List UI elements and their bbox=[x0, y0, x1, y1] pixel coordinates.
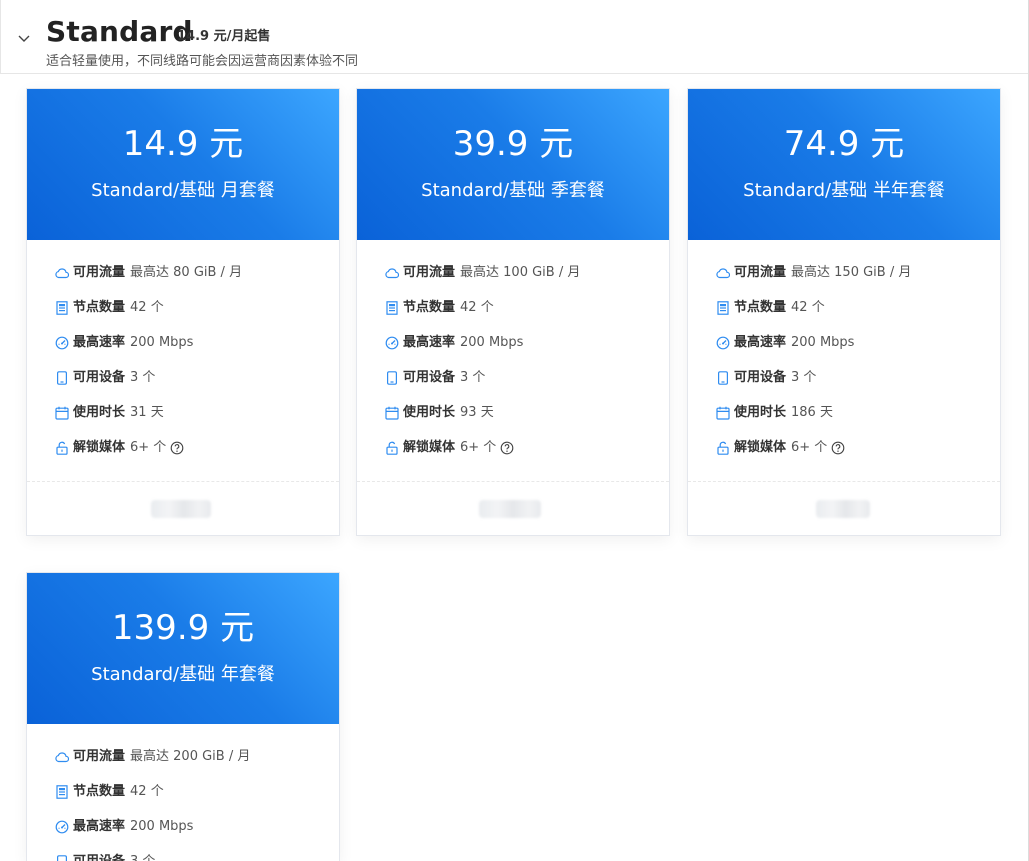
cloud-icon bbox=[55, 750, 69, 764]
plan-name: Standard/基础 年套餐 bbox=[91, 664, 275, 685]
feature-devices: 可用设备 3 个 bbox=[55, 368, 155, 388]
feature-devices: 可用设备 3 个 bbox=[55, 852, 155, 861]
feature-nodes-value: 42 个 bbox=[460, 300, 494, 315]
feature-traffic: 可用流量 最高达 100 GiB / 月 bbox=[385, 263, 580, 283]
feature-devices-value: 3 个 bbox=[791, 370, 817, 385]
server-icon bbox=[385, 301, 399, 315]
feature-speed: 最高速率 200 Mbps bbox=[385, 333, 523, 353]
card-divider bbox=[27, 481, 339, 482]
plan-card-half-year[interactable]: 74.9 元 Standard/基础 半年套餐 可用流量 最高达 150 GiB… bbox=[687, 88, 1001, 536]
plan-header: 39.9 元 Standard/基础 季套餐 bbox=[357, 89, 669, 240]
feature-traffic-value: 最高达 200 GiB / 月 bbox=[130, 749, 251, 764]
help-circle-icon[interactable] bbox=[170, 441, 184, 455]
plan-header: 74.9 元 Standard/基础 半年套餐 bbox=[688, 89, 1000, 240]
feature-speed: 最高速率 200 Mbps bbox=[55, 817, 193, 837]
feature-media: 解锁媒体 6+ 个 bbox=[385, 438, 514, 458]
section-description: 适合轻量使用，不同线路可能会因运营商因素体验不同 bbox=[46, 54, 359, 69]
phone-icon bbox=[55, 855, 69, 861]
plan-card-monthly[interactable]: 14.9 元 Standard/基础 月套餐 可用流量 最高达 80 GiB /… bbox=[26, 88, 340, 536]
feature-speed-value: 200 Mbps bbox=[460, 335, 524, 350]
feature-duration: 使用时长 186 天 bbox=[716, 403, 833, 423]
feature-duration-value: 186 天 bbox=[791, 405, 833, 420]
calendar-icon bbox=[716, 406, 730, 420]
feature-devices: 可用设备 3 个 bbox=[385, 368, 485, 388]
feature-traffic: 可用流量 最高达 80 GiB / 月 bbox=[55, 263, 242, 283]
section-title: Standard bbox=[46, 15, 193, 48]
feature-media: 解锁媒体 6+ 个 bbox=[55, 438, 184, 458]
card-divider bbox=[357, 481, 669, 482]
feature-traffic-value: 最高达 150 GiB / 月 bbox=[791, 265, 912, 280]
feature-duration-value: 93 天 bbox=[460, 405, 494, 420]
help-circle-icon[interactable] bbox=[831, 441, 845, 455]
feature-media-value: 6+ 个 bbox=[130, 440, 167, 455]
feature-media: 解锁媒体 6+ 个 bbox=[716, 438, 845, 458]
server-icon bbox=[55, 301, 69, 315]
speedometer-icon bbox=[716, 336, 730, 350]
speedometer-icon bbox=[385, 336, 399, 350]
feature-duration-value: 31 天 bbox=[130, 405, 164, 420]
unlock-icon bbox=[716, 441, 730, 455]
feature-media-value: 6+ 个 bbox=[791, 440, 828, 455]
server-icon bbox=[55, 785, 69, 799]
plan-price: 74.9 元 bbox=[783, 124, 905, 164]
calendar-icon bbox=[55, 406, 69, 420]
chevron-down-icon[interactable] bbox=[16, 30, 32, 46]
phone-icon bbox=[385, 371, 399, 385]
feature-speed-value: 200 Mbps bbox=[791, 335, 855, 350]
feature-traffic: 可用流量 最高达 150 GiB / 月 bbox=[716, 263, 911, 283]
feature-media-value: 6+ 个 bbox=[460, 440, 497, 455]
cloud-icon bbox=[385, 266, 399, 280]
plan-header: 139.9 元 Standard/基础 年套餐 bbox=[27, 573, 339, 724]
plan-name: Standard/基础 月套餐 bbox=[91, 180, 275, 201]
plan-card-quarterly[interactable]: 39.9 元 Standard/基础 季套餐 可用流量 最高达 100 GiB … bbox=[356, 88, 670, 536]
feature-traffic-value: 最高达 100 GiB / 月 bbox=[460, 265, 581, 280]
plan-price: 14.9 元 bbox=[122, 124, 244, 164]
plan-name: Standard/基础 季套餐 bbox=[421, 180, 605, 201]
unlock-icon bbox=[55, 441, 69, 455]
speedometer-icon bbox=[55, 820, 69, 834]
unlock-icon bbox=[385, 441, 399, 455]
feature-nodes: 节点数量 42 个 bbox=[55, 298, 164, 318]
speedometer-icon bbox=[55, 336, 69, 350]
cloud-icon bbox=[55, 266, 69, 280]
feature-duration: 使用时长 31 天 bbox=[55, 403, 164, 423]
plan-card-yearly[interactable]: 139.9 元 Standard/基础 年套餐 可用流量 最高达 200 GiB… bbox=[26, 572, 340, 861]
purchase-button[interactable] bbox=[479, 500, 541, 518]
plan-price: 139.9 元 bbox=[111, 608, 255, 648]
feature-traffic-value: 最高达 80 GiB / 月 bbox=[130, 265, 243, 280]
phone-icon bbox=[716, 371, 730, 385]
plan-header: 14.9 元 Standard/基础 月套餐 bbox=[27, 89, 339, 240]
feature-nodes-value: 42 个 bbox=[130, 300, 164, 315]
feature-nodes: 节点数量 42 个 bbox=[385, 298, 494, 318]
feature-devices-value: 3 个 bbox=[130, 370, 156, 385]
server-icon bbox=[716, 301, 730, 315]
feature-traffic: 可用流量 最高达 200 GiB / 月 bbox=[55, 747, 250, 767]
feature-speed-value: 200 Mbps bbox=[130, 819, 194, 834]
feature-speed: 最高速率 200 Mbps bbox=[716, 333, 854, 353]
calendar-icon bbox=[385, 406, 399, 420]
phone-icon bbox=[55, 371, 69, 385]
purchase-button[interactable] bbox=[151, 500, 211, 518]
feature-nodes: 节点数量 42 个 bbox=[716, 298, 825, 318]
help-circle-icon[interactable] bbox=[500, 441, 514, 455]
feature-duration: 使用时长 93 天 bbox=[385, 403, 494, 423]
plan-price: 39.9 元 bbox=[452, 124, 574, 164]
feature-devices-value: 3 个 bbox=[130, 852, 155, 861]
section-price-note: 14.9 元/月起售 bbox=[177, 29, 271, 44]
purchase-button[interactable] bbox=[816, 500, 870, 518]
frame-border-left bbox=[0, 0, 1, 74]
plan-name: Standard/基础 半年套餐 bbox=[743, 180, 945, 201]
cloud-icon bbox=[716, 266, 730, 280]
feature-nodes: 节点数量 42 个 bbox=[55, 782, 164, 802]
feature-speed-value: 200 Mbps bbox=[130, 335, 194, 350]
feature-nodes-value: 42 个 bbox=[130, 784, 164, 799]
feature-speed: 最高速率 200 Mbps bbox=[55, 333, 193, 353]
feature-nodes-value: 42 个 bbox=[791, 300, 825, 315]
card-divider bbox=[688, 481, 1000, 482]
feature-devices-value: 3 个 bbox=[460, 370, 486, 385]
feature-devices: 可用设备 3 个 bbox=[716, 368, 816, 388]
